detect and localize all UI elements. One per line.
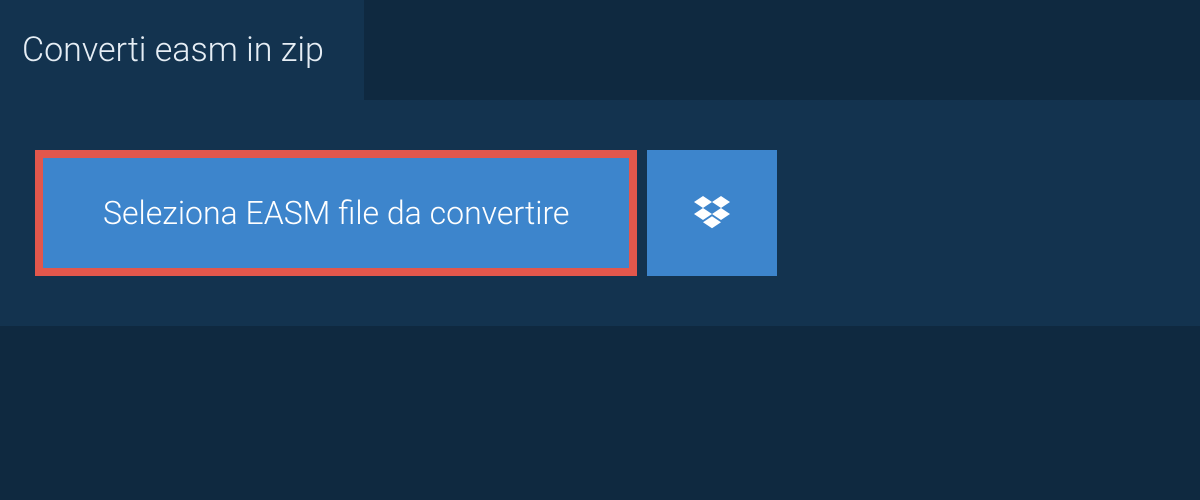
tab-convert[interactable]: Converti easm in zip xyxy=(0,0,364,100)
dropbox-button[interactable] xyxy=(647,150,777,276)
button-row: Seleziona EASM file da convertire xyxy=(35,150,1165,276)
select-file-button[interactable]: Seleziona EASM file da convertire xyxy=(35,150,637,276)
tab-title: Converti easm in zip xyxy=(22,30,324,70)
dropbox-icon xyxy=(694,193,730,233)
select-file-label: Seleziona EASM file da convertire xyxy=(103,194,569,232)
upload-panel: Seleziona EASM file da convertire xyxy=(0,100,1200,326)
